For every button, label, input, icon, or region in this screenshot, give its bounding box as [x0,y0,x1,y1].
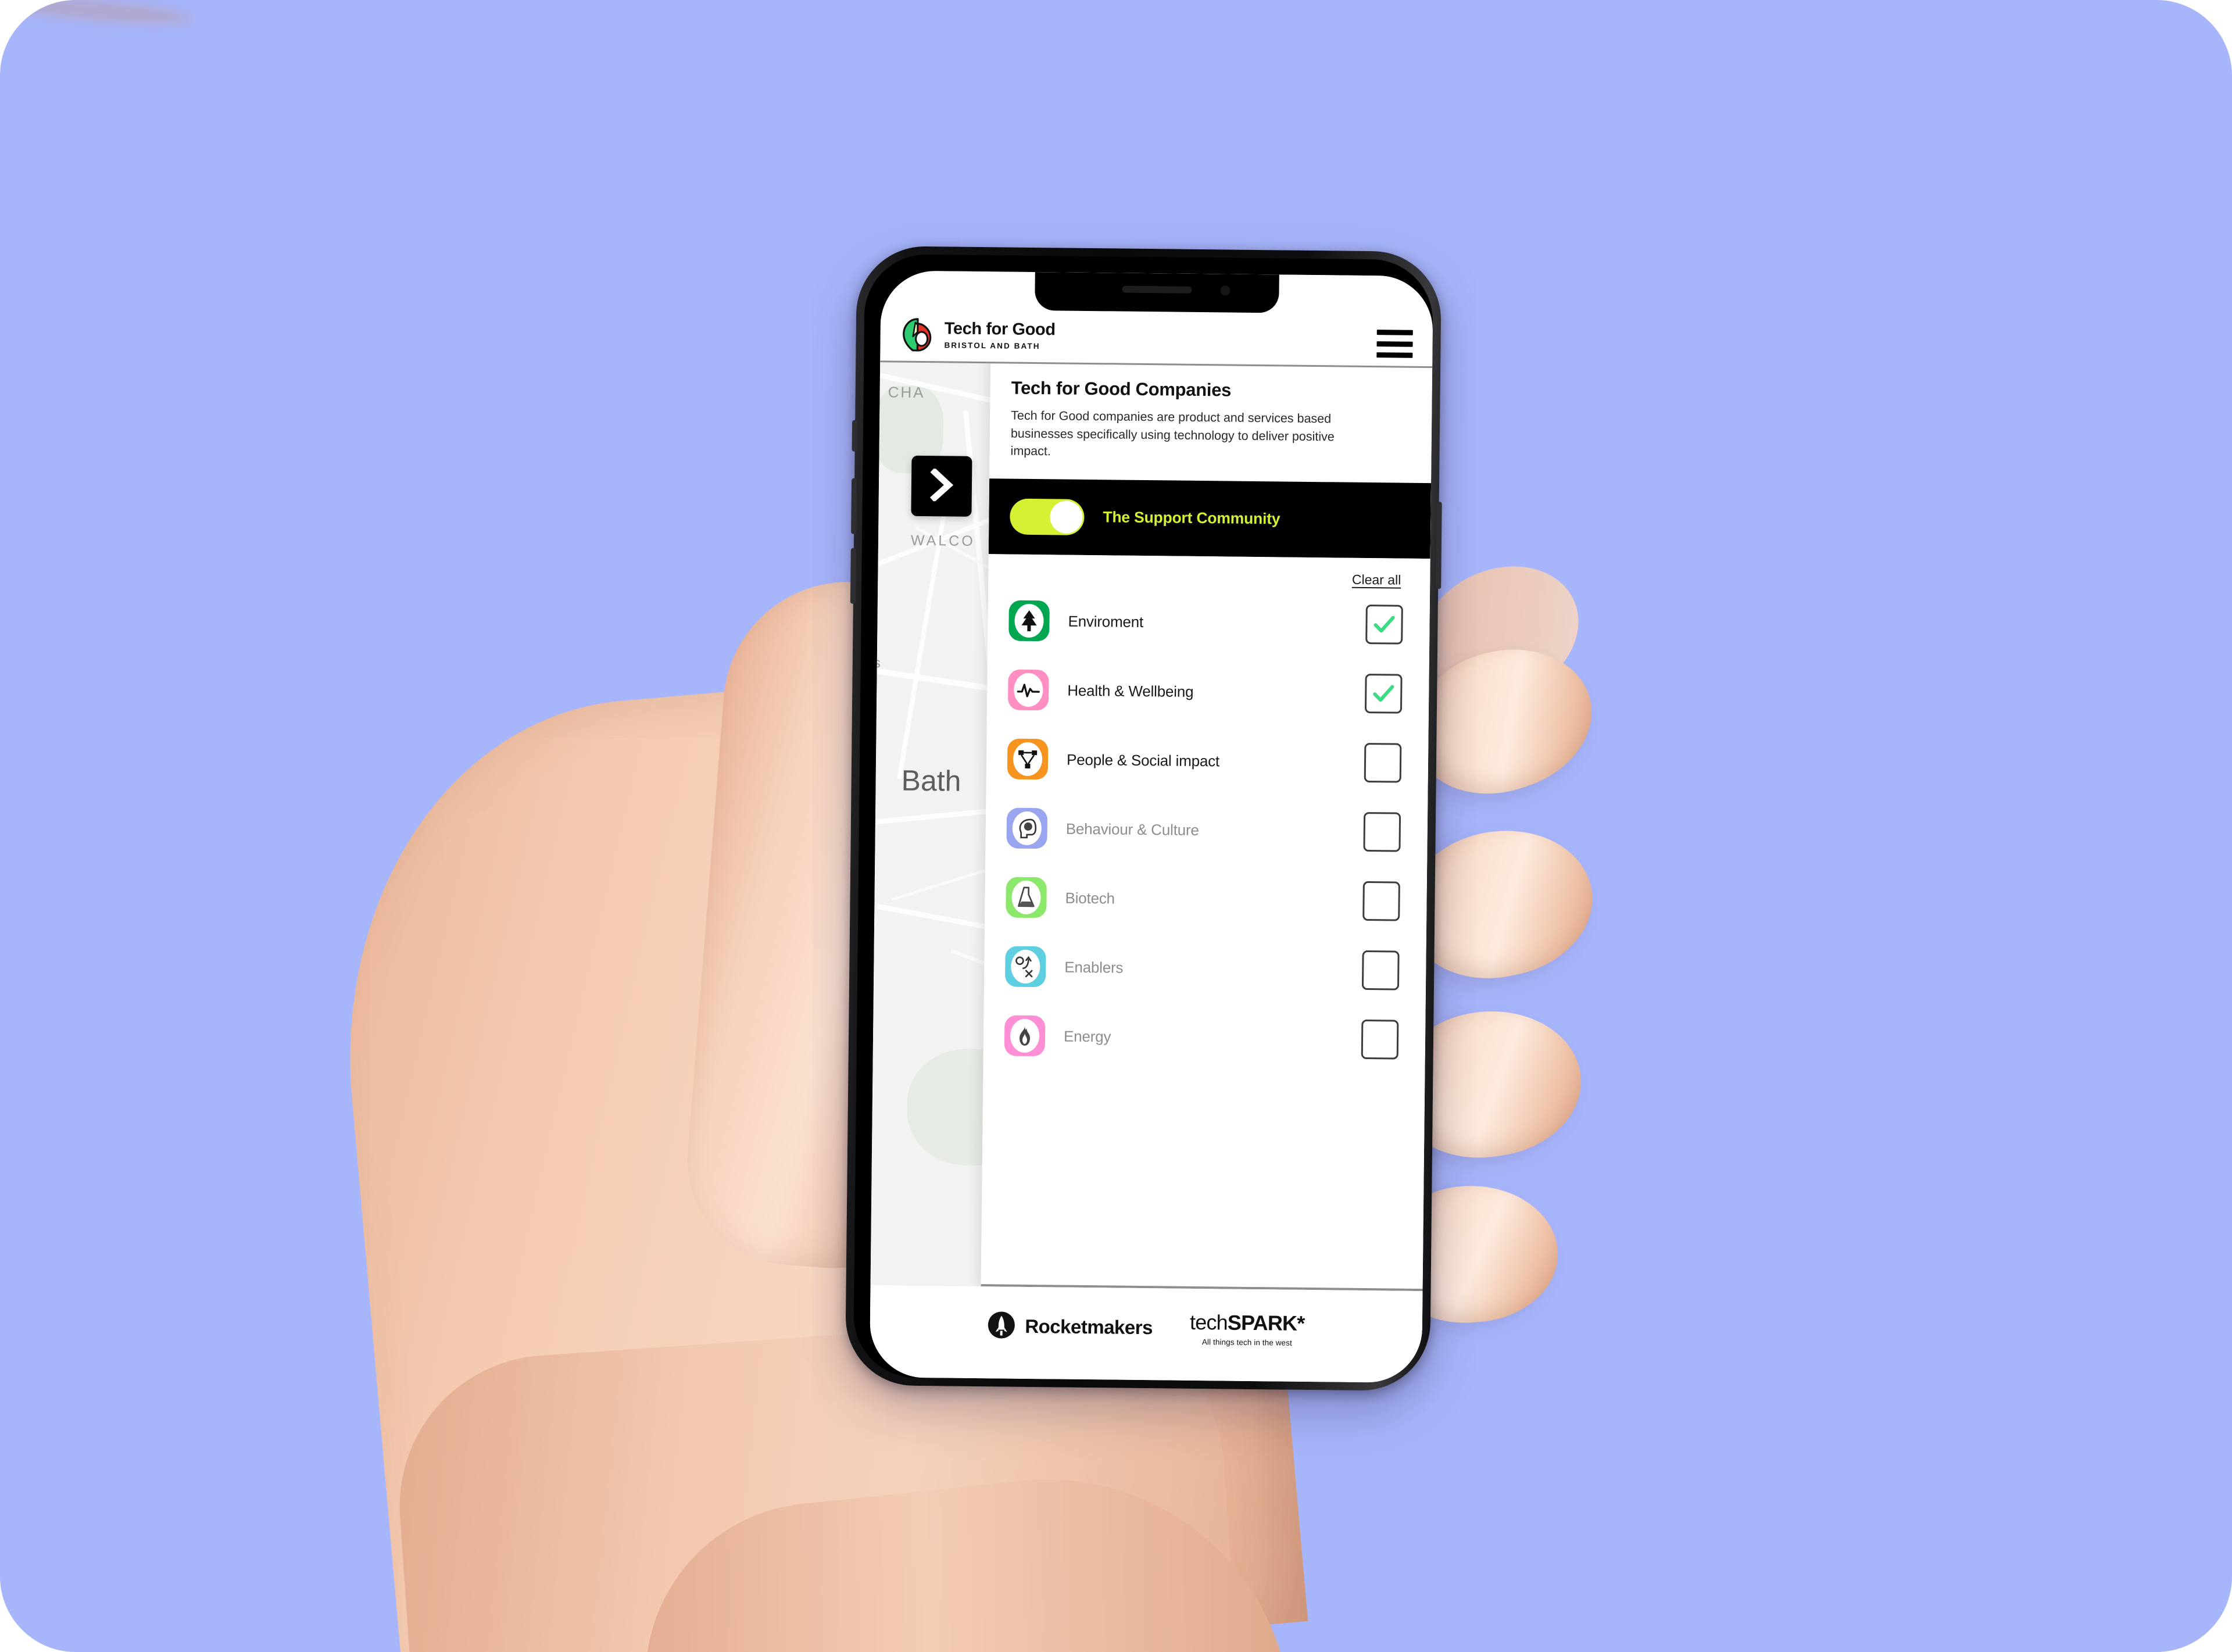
flask-icon [1006,877,1047,918]
panel-info-card: Tech for Good Companies Tech for Good co… [989,354,1432,482]
filter-label: Behaviour & Culture [1065,820,1199,839]
filter-item-people-social-impact[interactable]: People & Social impact [986,724,1428,798]
panel-description: Tech for Good companies are product and … [1010,408,1335,459]
volume-up-button[interactable] [851,478,857,534]
filter-item-enablers[interactable]: Enablers [984,932,1426,1006]
rocket-icon [988,1311,1016,1342]
mute-switch[interactable] [852,420,858,452]
filter-checkbox-people-social-impact[interactable] [1364,743,1402,783]
filter-item-behaviour-culture[interactable]: Behaviour & Culture [985,793,1428,867]
brand-subtitle: BRISTOL AND BATH [944,341,1040,351]
filter-item-health-wellbeing[interactable]: Health & Wellbeing [987,655,1429,729]
techspark-logo[interactable]: techSPARK* All things tech in the west [1190,1310,1305,1347]
phone-screen: CHA WALCO s Bath WI Jn CO [869,270,1433,1383]
filter-label: People & Social impact [1066,750,1220,770]
filter-label: Enviroment [1068,612,1144,631]
clear-all-link[interactable]: Clear all [1352,571,1401,588]
front-camera [1220,285,1231,296]
filter-label: Energy [1063,1027,1111,1045]
brand-text: Tech for Good BRISTOL AND BATH [944,319,1056,351]
phone-notch [1035,271,1279,313]
rocketmakers-name: Rocketmakers [1025,1315,1153,1339]
chevron-right-icon [929,467,955,504]
canvas: CHA WALCO s Bath WI Jn CO [0,0,2232,1652]
filter-checkbox-enviroment[interactable] [1365,605,1403,645]
panel-expand-button[interactable] [911,455,972,517]
phone-bezel: CHA WALCO s Bath WI Jn CO [853,253,1434,1383]
techspark-name: techSPARK* [1190,1310,1305,1336]
panel-title: Tech for Good Companies [1011,377,1232,401]
tree-icon [1008,600,1050,642]
support-community-label: The Support Community [1103,508,1280,528]
heartbeat-pulse-icon [1007,669,1049,711]
app-footer: Rocketmakers techSPARK* All things tech … [869,1285,1423,1383]
power-button[interactable] [1436,502,1442,589]
volume-down-button[interactable] [850,548,856,604]
techspark-name-bold: SPARK* [1227,1310,1305,1335]
brand-title: Tech for Good [944,319,1056,339]
techspark-name-light: tech [1189,1310,1228,1335]
filter-checkbox-biotech[interactable] [1362,881,1400,921]
leaf-heart-logo-icon [900,317,936,353]
check-icon [1373,685,1394,702]
brand-logo[interactable]: Tech for Good BRISTOL AND BATH [900,317,1056,355]
support-community-toggle-row[interactable]: The Support Community [988,478,1432,559]
map-label-bath: Bath [901,764,961,798]
filter-label: Enablers [1064,958,1124,977]
flame-icon [1004,1015,1046,1057]
people-network-icon [1007,738,1049,780]
head-brain-icon [1006,807,1048,849]
map-label-walcot: WALCO [910,532,975,549]
filter-label: Health & Wellbeing [1067,681,1194,700]
filter-checkbox-behaviour-culture[interactable] [1363,812,1401,852]
phone-device: CHA WALCO s Bath WI Jn CO [845,245,1442,1392]
filter-item-enviroment[interactable]: Enviroment [988,586,1430,660]
filter-checkbox-energy[interactable] [1361,1019,1399,1060]
filter-panel: Tech for Good Companies Tech for Good co… [981,354,1433,1292]
techspark-tagline: All things tech in the west [1201,1338,1292,1347]
thumb-crease [0,0,192,30]
support-community-toggle[interactable] [1010,498,1085,535]
filter-checkbox-enablers[interactable] [1361,950,1400,991]
filter-item-biotech[interactable]: Biotech [985,863,1427,936]
rocketmakers-logo[interactable]: Rocketmakers [988,1311,1153,1343]
earpiece-speaker [1122,285,1192,294]
filter-item-energy[interactable]: Energy [983,1001,1425,1075]
filter-checkbox-health-wellbeing[interactable] [1364,674,1403,714]
clear-all-row: Clear all [988,554,1430,591]
hamburger-menu-icon[interactable] [1376,330,1413,358]
filter-list: Clear all Enviroment Health & Wellbeing … [981,553,1430,1289]
toggle-knob [1050,500,1083,534]
map-label-s: s [873,655,881,671]
map-label-cha: CHA [888,383,925,402]
check-icon [1373,616,1395,633]
filter-label: Biotech [1065,889,1115,907]
arrow-cross-icon [1004,946,1046,988]
